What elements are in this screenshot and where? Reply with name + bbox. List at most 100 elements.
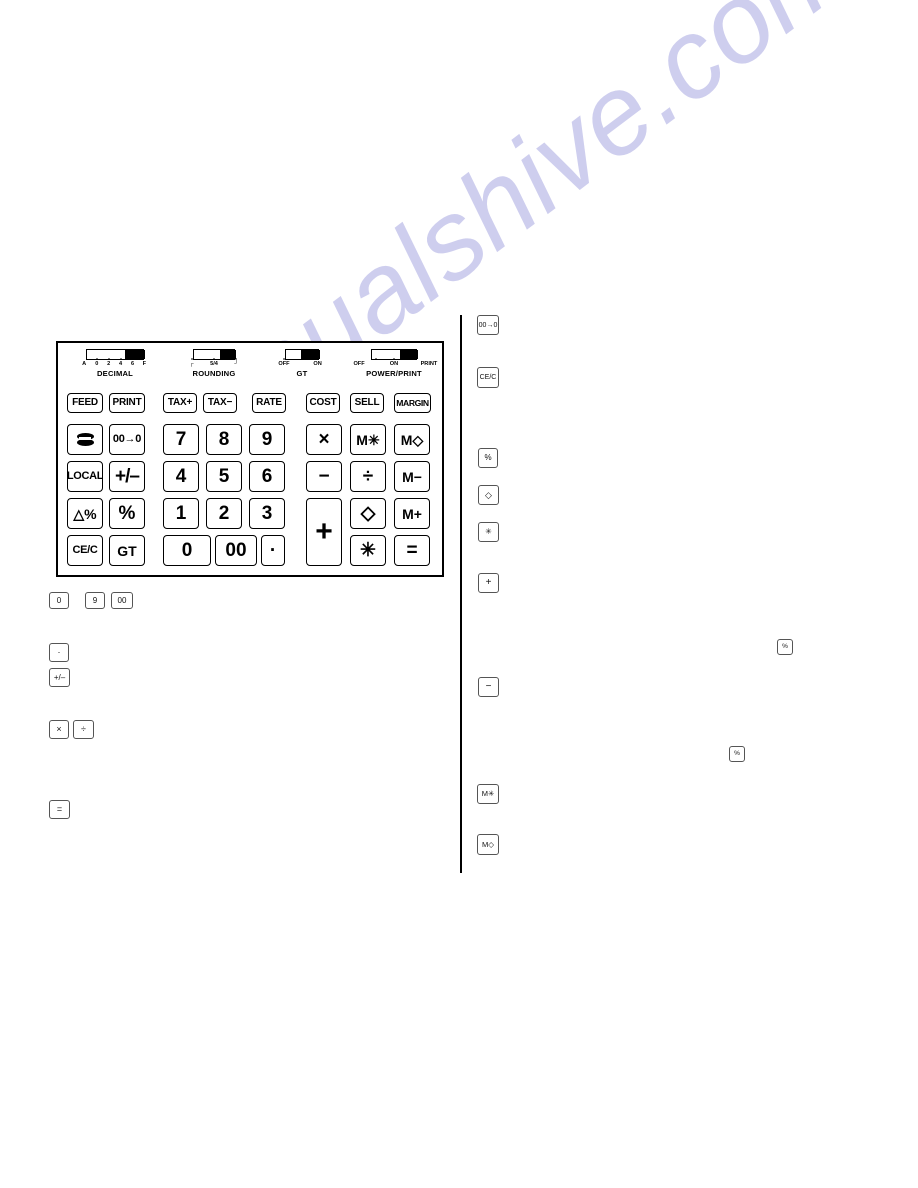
digit-3-key[interactable]: 3 [249,498,285,529]
subtotal-ref[interactable]: ◇ [478,485,499,505]
delta-percent-key[interactable]: △% [67,498,103,529]
margin-key[interactable]: MARGIN [394,393,431,413]
power-tick-on: ON [389,361,399,367]
gt-switch-ticks: OFF ON [272,358,332,369]
memory-total-ref[interactable]: M✳ [477,784,499,804]
power-print-switch-ticks: OFF ON PRINT [348,358,440,369]
sell-key[interactable]: SELL [350,393,384,413]
clear-entry-clear-ref[interactable]: CE/C [477,367,499,388]
decimal-tick-6: 6 [130,361,135,367]
rounding-tickmark-2 [213,358,215,360]
double-zero-to-zero-ref[interactable]: 00→0 [477,315,499,335]
switch-row: A 0 2 4 6 F DECIMAL ┌ 5/4 ┘ ROUNDING OFF… [58,345,442,385]
sign-change-ref[interactable]: +/– [49,668,70,687]
switch-decimal[interactable]: A 0 2 4 6 F DECIMAL [80,349,150,378]
plus-key[interactable]: + [306,498,342,566]
percent-ref[interactable]: % [478,448,498,468]
local-key[interactable]: LOCAL [67,461,103,492]
digit-1-key[interactable]: 1 [163,498,199,529]
total-key[interactable]: ✳ [350,535,386,566]
sign-change-key[interactable]: +/– [109,461,145,492]
clear-entry-clear-key[interactable]: CE/C [67,535,103,566]
rate-key[interactable]: RATE [252,393,286,413]
digit-4-key[interactable]: 4 [163,461,199,492]
digit-9-key[interactable]: 9 [249,424,285,455]
rounding-switch-label: ROUNDING [192,369,236,378]
decimal-tickmark-1 [96,358,98,360]
digit-5-key[interactable]: 5 [206,461,242,492]
memory-subtotal-ref[interactable]: M◇ [477,834,499,855]
decimal-tick-f: F [142,361,147,367]
rounding-switch-ticks: ┌ 5/4 ┘ [183,358,245,369]
rounding-tickmark-1 [191,358,193,360]
decimal-tick-4: 4 [119,361,123,367]
grand-total-key[interactable]: GT [109,535,145,566]
rounding-tick-54: 5/4 [210,361,218,367]
power-print-switch-label: POWER/PRINT [366,369,422,378]
digit-7-key[interactable]: 7 [163,424,199,455]
total-ref[interactable]: ✳ [478,522,499,542]
power-tick-print: PRINT [420,361,438,367]
minus-ref[interactable]: − [478,677,499,697]
power-tickmark-3 [411,358,413,360]
rounding-tickmark-3 [235,358,237,360]
memory-subtotal-key[interactable]: M◇ [394,424,430,455]
double-zero-ref[interactable]: 00 [111,592,133,609]
decimal-tick-2: 2 [107,361,111,367]
minus-key[interactable]: − [306,461,342,492]
decimal-tickmark-2 [108,358,110,360]
divide-ref[interactable]: ÷ [73,720,94,739]
decimal-point-key[interactable]: · [261,535,285,566]
memory-total-key[interactable]: M✳ [350,424,386,455]
equals-key[interactable]: = [394,535,430,566]
decimal-switch-label: DECIMAL [97,369,133,378]
gt-tick-off: OFF [278,361,290,367]
multiply-ref[interactable]: × [49,720,69,739]
double-zero-key[interactable]: 00 [215,535,257,566]
decimal-tickmark-4 [132,358,133,360]
decimal-tick-0: 0 [95,361,99,367]
decimal-point-ref[interactable]: · [49,643,69,662]
gt-tickmark-2 [317,358,319,360]
switch-power-print[interactable]: OFF ON PRINT POWER/PRINT [348,349,440,378]
percent-inline-lower[interactable]: % [729,746,745,762]
feed-key[interactable]: FEED [67,393,103,413]
decimal-switch-knob[interactable] [125,350,145,359]
memory-plus-key[interactable]: M+ [394,498,430,529]
column-divider [460,315,462,873]
gt-switch-track[interactable] [285,349,320,360]
decimal-switch-track[interactable] [86,349,145,360]
multiply-key[interactable]: × [306,424,342,455]
power-tick-off: OFF [353,361,365,367]
decimal-tick-a: A [82,361,87,367]
memory-minus-key[interactable]: M− [394,461,430,492]
digit-0-ref[interactable]: 0 [49,592,69,609]
rounding-switch-knob[interactable] [220,350,236,359]
plus-ref[interactable]: + [478,573,499,593]
cost-key[interactable]: COST [306,393,340,413]
divide-key[interactable]: ÷ [350,461,386,492]
power-tickmark-2 [393,358,395,360]
digit-8-key[interactable]: 8 [206,424,242,455]
tax-minus-key[interactable]: TAX− [203,393,237,413]
power-print-switch-knob[interactable] [400,350,418,359]
digit-6-key[interactable]: 6 [249,461,285,492]
print-key[interactable]: PRINT [109,393,145,413]
tax-plus-key[interactable]: TAX+ [163,393,197,413]
subtotal-key[interactable]: ◇ [350,498,386,529]
percent-inline-upper[interactable]: % [777,639,793,655]
non-add-key[interactable] [67,424,103,455]
rounding-tick-up: ┌ [189,361,194,367]
percent-key[interactable]: % [109,498,145,529]
digit-0-key[interactable]: 0 [163,535,211,566]
digit-9-ref[interactable]: 9 [85,592,105,609]
power-tickmark-1 [375,358,377,360]
equals-ref[interactable]: = [49,800,70,819]
digit-2-key[interactable]: 2 [206,498,242,529]
switch-gt[interactable]: OFF ON GT [272,349,332,378]
double-zero-to-zero-key[interactable]: 00→0 [109,424,145,455]
switch-rounding[interactable]: ┌ 5/4 ┘ ROUNDING [183,349,245,378]
gt-switch-label: GT [296,369,308,378]
calculator-keypad-diagram: A 0 2 4 6 F DECIMAL ┌ 5/4 ┘ ROUNDING OFF… [56,341,444,577]
rounding-tick-down: ┘ [234,361,239,367]
